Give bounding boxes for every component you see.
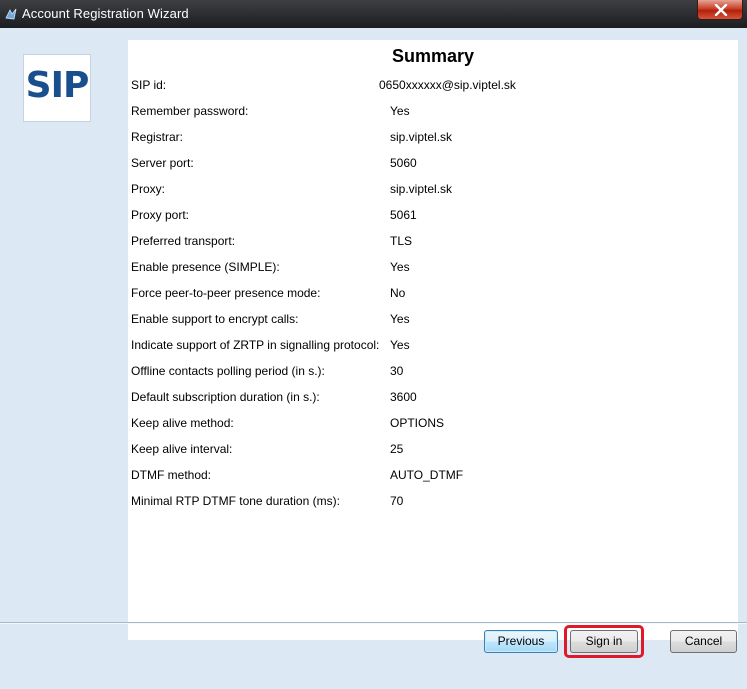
summary-row: SIP id: 0650xxxxxx@sip.viptel.sk	[128, 78, 738, 104]
summary-row: Enable presence (SIMPLE): Yes	[128, 260, 738, 286]
wizard-window: Account Registration Wizard SIP Summary …	[0, 0, 747, 689]
summary-label: Default subscription duration (in s.):	[131, 390, 320, 404]
summary-row: Minimal RTP DTMF tone duration (ms): 70	[128, 494, 738, 520]
summary-value: Yes	[390, 104, 410, 118]
summary-value: 5060	[390, 156, 417, 170]
summary-label: Remember password:	[131, 104, 249, 118]
summary-label: Enable support to encrypt calls:	[131, 312, 299, 326]
summary-value: TLS	[390, 234, 413, 248]
summary-value: AUTO_DTMF	[390, 468, 464, 482]
summary-label: DTMF method:	[131, 468, 212, 482]
summary-row: Offline contacts polling period (in s.):…	[128, 364, 738, 390]
summary-value: 70	[390, 494, 404, 508]
summary-row: Proxy: sip.viptel.sk	[128, 182, 738, 208]
summary-row: Registrar: sip.viptel.sk	[128, 130, 738, 156]
summary-label: Enable presence (SIMPLE):	[131, 260, 280, 274]
summary-row: Enable support to encrypt calls: Yes	[128, 312, 738, 338]
summary-label: Preferred transport:	[131, 234, 236, 248]
summary-value: No	[390, 286, 406, 300]
summary-value: Yes	[390, 338, 410, 352]
sip-logo-text: SIP	[25, 65, 90, 106]
summary-row: Default subscription duration (in s.): 36…	[128, 390, 738, 416]
summary-label: Keep alive method:	[131, 416, 234, 430]
app-icon	[4, 7, 18, 21]
summary-row: Keep alive interval: 25	[128, 442, 738, 468]
summary-label: Offline contacts polling period (in s.):	[131, 364, 325, 378]
summary-row: Keep alive method: OPTIONS	[128, 416, 738, 442]
wizard-client-area: SIP Summary SIP id: 0650xxxxxx@sip.viptel…	[0, 28, 747, 689]
summary-label: Indicate support of ZRTP in signalling p…	[131, 338, 380, 352]
summary-title: Summary	[391, 46, 475, 66]
summary-value: 3600	[390, 390, 417, 404]
close-icon	[714, 4, 728, 16]
summary-row: Force peer-to-peer presence mode: No	[128, 286, 738, 312]
summary-label: Force peer-to-peer presence mode:	[131, 286, 321, 300]
summary-value: 0650xxxxxx@sip.viptel.sk	[379, 78, 516, 92]
summary-value: Yes	[390, 312, 410, 326]
summary-value: OPTIONS	[390, 416, 445, 430]
summary-row: Indicate support of ZRTP in signalling p…	[128, 338, 738, 364]
previous-button[interactable]: Previous	[484, 630, 558, 653]
summary-rows: SIP id: 0650xxxxxx@sip.viptel.sk Remember…	[128, 78, 738, 520]
summary-label: Keep alive interval:	[131, 442, 233, 456]
summary-value: Yes	[390, 260, 410, 274]
window-title: Account Registration Wizard	[22, 6, 189, 21]
summary-label: Proxy port:	[131, 208, 190, 222]
summary-label: Minimal RTP DTMF tone duration (ms):	[131, 494, 340, 508]
cancel-button[interactable]: Cancel	[670, 630, 737, 653]
summary-value: 30	[390, 364, 404, 378]
summary-row: Server port: 5060	[128, 156, 738, 182]
summary-value: sip.viptel.sk	[390, 182, 453, 196]
summary-panel: Summary SIP id: 0650xxxxxx@sip.viptel.sk …	[128, 40, 738, 640]
summary-label: SIP id:	[131, 78, 167, 92]
title-bar[interactable]: Account Registration Wizard	[0, 0, 747, 28]
summary-row: Preferred transport: TLS	[128, 234, 738, 260]
summary-row: Proxy port: 5061	[128, 208, 738, 234]
summary-row: DTMF method: AUTO_DTMF	[128, 468, 738, 494]
summary-label: Proxy:	[131, 182, 166, 196]
sign-in-button[interactable]: Sign in	[570, 630, 638, 653]
summary-value: 25	[390, 442, 404, 456]
summary-row: Remember password: Yes	[128, 104, 738, 130]
sip-logo: SIP	[23, 54, 91, 122]
close-button[interactable]	[697, 0, 743, 20]
button-bar-separator	[0, 622, 747, 624]
summary-value: sip.viptel.sk	[390, 130, 453, 144]
summary-label: Server port:	[131, 156, 194, 170]
summary-value: 5061	[390, 208, 417, 222]
summary-label: Registrar:	[131, 130, 184, 144]
